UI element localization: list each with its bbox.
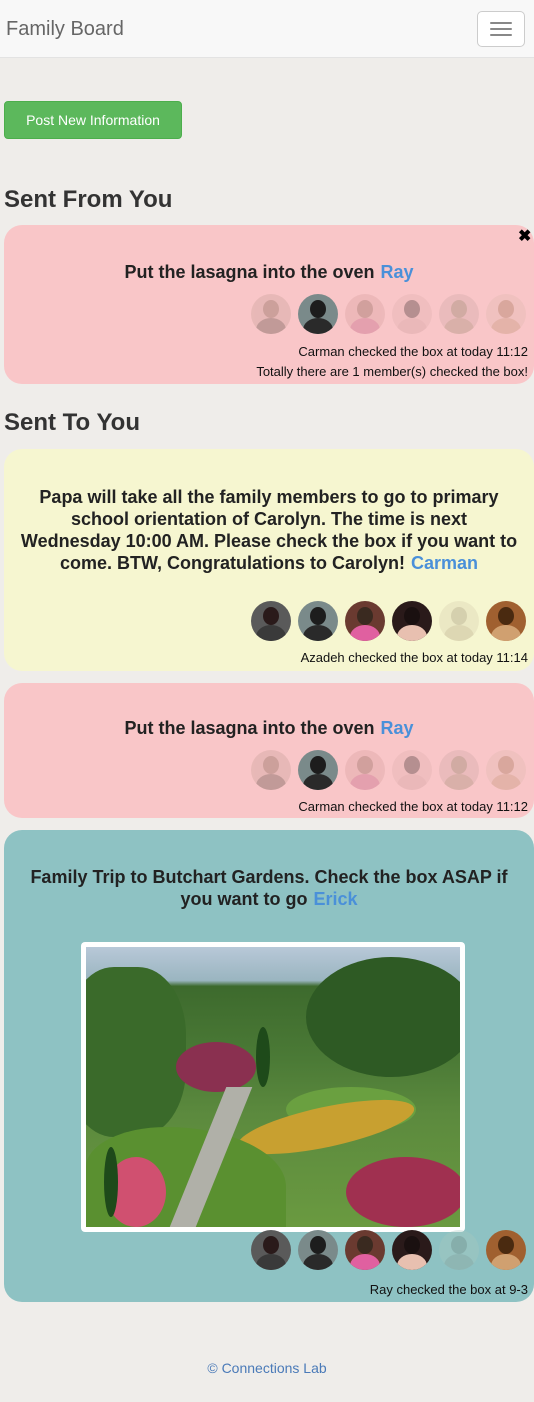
checked-status: Carman checked the box at today 11:12 — [298, 344, 528, 359]
member-avatar-checkbox[interactable] — [298, 1230, 338, 1270]
member-avatar-checkbox[interactable] — [392, 1230, 432, 1270]
received-message-card: Family Trip to Butchart Gardens. Check t… — [4, 830, 534, 1302]
member-avatar-checkbox[interactable] — [439, 294, 479, 334]
message-body: Put the lasagna into the oven — [124, 718, 375, 738]
author-link[interactable]: Ray — [381, 262, 414, 282]
member-avatar-checkbox[interactable] — [486, 294, 526, 334]
member-avatar-checkbox[interactable] — [345, 601, 385, 641]
hamburger-line-icon — [490, 34, 512, 36]
member-avatar-checkbox[interactable] — [298, 294, 338, 334]
member-avatar-checkbox[interactable] — [298, 601, 338, 641]
received-message-card: Put the lasagna into the oven Ray Carman … — [4, 683, 534, 818]
member-avatar-checkbox[interactable] — [392, 294, 432, 334]
member-avatar-checkbox[interactable] — [392, 750, 432, 790]
checked-status: Carman checked the box at today 11:12 — [298, 799, 528, 814]
member-avatar-checkbox[interactable] — [345, 750, 385, 790]
flower-bed — [346, 1157, 460, 1227]
footer-link[interactable]: © Connections Lab — [0, 1360, 534, 1376]
tree-shape — [86, 967, 186, 1137]
member-avatars — [251, 294, 526, 334]
member-avatars — [251, 1230, 526, 1270]
flower-bed — [176, 1042, 256, 1092]
message-text: Put the lasagna into the oven Ray — [4, 717, 534, 739]
tree-shape — [104, 1147, 118, 1217]
post-new-information-button[interactable]: Post New Information — [4, 101, 182, 139]
member-avatar-checkbox[interactable] — [345, 1230, 385, 1270]
message-text: Family Trip to Butchart Gardens. Check t… — [4, 866, 534, 910]
tree-shape — [306, 957, 460, 1077]
checked-status: Azadeh checked the box at today 11:14 — [300, 650, 528, 665]
sent-to-you-heading: Sent To You — [4, 409, 140, 436]
garden-photo[interactable] — [81, 942, 465, 1232]
tree-shape — [256, 1027, 270, 1087]
member-avatar-checkbox[interactable] — [486, 750, 526, 790]
author-link[interactable]: Carman — [411, 553, 478, 573]
member-avatar-checkbox[interactable] — [439, 750, 479, 790]
brand-title[interactable]: Family Board — [6, 18, 124, 41]
member-avatar-checkbox[interactable] — [486, 601, 526, 641]
member-avatars — [251, 750, 526, 790]
member-avatars — [251, 601, 526, 641]
message-text: Put the lasagna into the oven Ray — [4, 261, 534, 283]
member-avatar-checkbox[interactable] — [392, 601, 432, 641]
checked-summary: Totally there are 1 member(s) checked th… — [256, 364, 528, 379]
received-message-card: Papa will take all the family members to… — [4, 449, 534, 671]
member-avatar-checkbox[interactable] — [486, 1230, 526, 1270]
member-avatar-checkbox[interactable] — [298, 750, 338, 790]
hamburger-line-icon — [490, 22, 512, 24]
member-avatar-checkbox[interactable] — [251, 1230, 291, 1270]
member-avatar-checkbox[interactable] — [439, 601, 479, 641]
message-text: Papa will take all the family members to… — [4, 486, 534, 574]
checked-status: Ray checked the box at 9-3 — [369, 1282, 528, 1297]
author-link[interactable]: Ray — [381, 718, 414, 738]
member-avatar-checkbox[interactable] — [251, 750, 291, 790]
message-body: Put the lasagna into the oven — [124, 262, 375, 282]
navbar: Family Board — [0, 0, 534, 58]
member-avatar-checkbox[interactable] — [439, 1230, 479, 1270]
close-icon[interactable]: ✖ — [518, 226, 531, 246]
garden-photo-image — [86, 947, 460, 1227]
sent-message-card: ✖ Put the lasagna into the oven Ray Carma… — [4, 225, 534, 384]
author-link[interactable]: Erick — [313, 889, 357, 909]
member-avatar-checkbox[interactable] — [251, 601, 291, 641]
member-avatar-checkbox[interactable] — [251, 294, 291, 334]
member-avatar-checkbox[interactable] — [345, 294, 385, 334]
hamburger-line-icon — [490, 28, 512, 30]
sent-from-you-heading: Sent From You — [4, 186, 173, 213]
message-body: Family Trip to Butchart Gardens. Check t… — [30, 867, 508, 909]
hamburger-menu-button[interactable] — [477, 11, 525, 47]
